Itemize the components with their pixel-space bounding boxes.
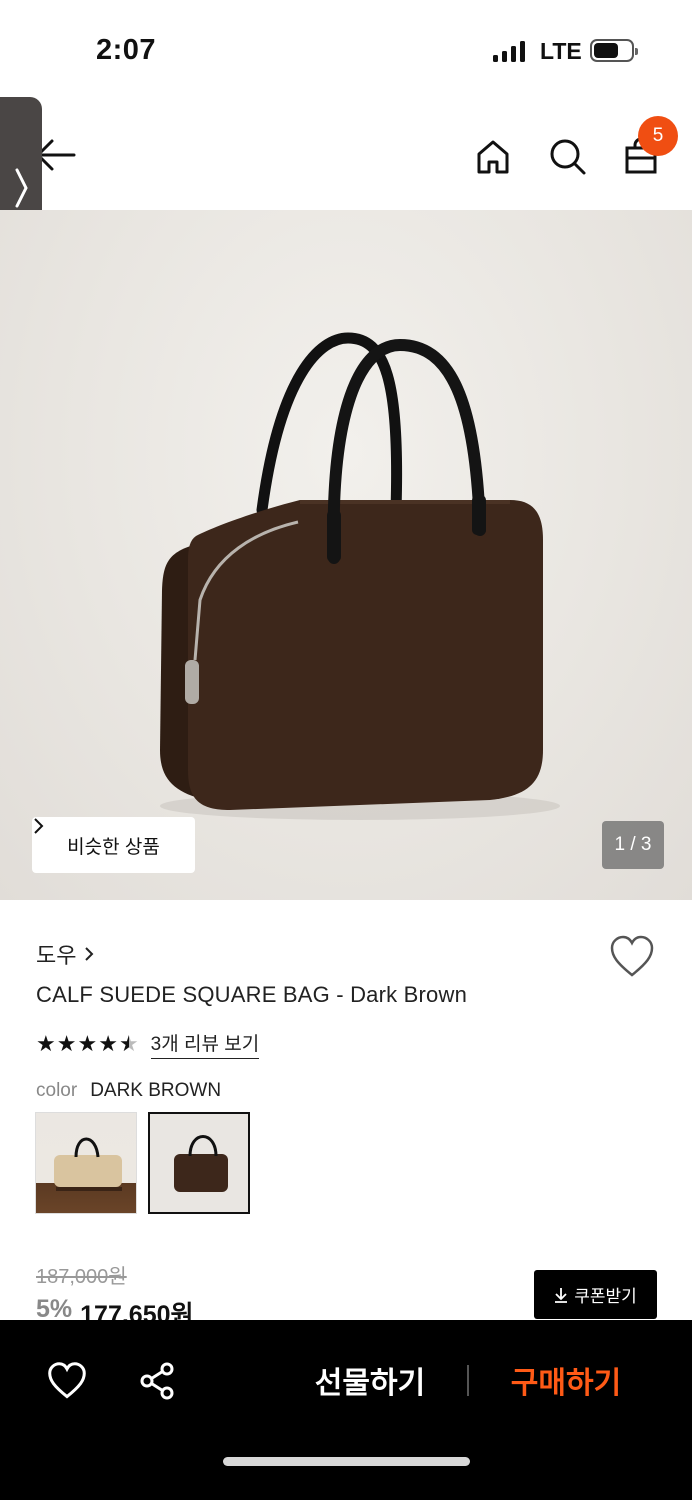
color-option: color DARK BROWN [36,1080,221,1102]
star-rating: ★ ★ ★ ★ ★ [36,1033,139,1055]
home-indicator [223,1457,470,1466]
battery-icon [590,39,638,62]
header: 5 [0,100,692,210]
brand-name: 도우 [36,943,77,968]
product-title: CALF SUEDE SQUARE BAG - Dark Brown [36,982,468,1007]
color-swatch-dark-brown[interactable] [148,1112,250,1214]
brand-link[interactable]: 도우 [36,938,94,970]
network-label: LTE [540,38,582,64]
search-button[interactable] [544,133,590,179]
signal-icon [493,40,525,62]
bottom-action-bar: 선물하기 구매하기 [0,1320,692,1500]
half-star-icon: ★ [118,1031,139,1056]
share-icon [140,1362,174,1400]
option-value: DARK BROWN [90,1080,222,1101]
coupon-label: 쿠폰받기 [574,1287,637,1306]
download-icon [555,1287,568,1303]
original-price: 187,000원 [36,1266,127,1288]
wishlist-button[interactable] [609,935,655,979]
image-page-indicator: 1 / 3 [602,821,664,869]
heart-icon [48,1362,86,1399]
home-button[interactable] [470,133,516,179]
sale-price-row: 5% 177,650원 [36,1295,194,1320]
star-icon: ★ [77,1031,98,1056]
chevron-right-icon [85,947,94,961]
star-icon: ★ [56,1031,77,1056]
heart-icon [610,935,654,977]
bottom-wishlist-button[interactable] [44,1358,90,1404]
star-icon: ★ [36,1031,56,1056]
chevron-right-icon [15,168,28,207]
review-link[interactable]: 3개 리뷰 보기 [150,1029,260,1059]
star-icon: ★ [98,1031,118,1056]
color-swatch-beige[interactable] [35,1112,137,1214]
option-label: color [36,1080,78,1101]
divider [467,1365,469,1396]
home-icon [477,140,509,174]
discount-percent: 5% [36,1295,73,1320]
product-image[interactable]: 비슷한 상품 1 / 3 [0,210,692,900]
status-bar: 2:07 LTE [0,0,692,100]
gift-button[interactable]: 선물하기 [300,1354,440,1406]
rating-row: ★ ★ ★ ★ ★ 3개 리뷰 보기 [36,1029,260,1059]
beige-bag-thumbnail [54,1137,122,1191]
cart-count-badge: 5 [638,116,678,156]
brown-bag-thumbnail [174,1135,228,1192]
similar-products-label: 비슷한 상품 [67,836,160,858]
share-button[interactable] [134,1358,180,1404]
similar-products-button[interactable]: 비슷한 상품 [32,817,195,873]
search-icon [550,139,586,175]
final-price: 177,650원 [80,1301,194,1320]
coupon-button[interactable]: 쿠폰받기 [534,1270,657,1319]
status-time: 2:07 [96,34,157,66]
suede-bag-illustration [160,332,560,820]
buy-button[interactable]: 구매하기 [496,1354,636,1406]
chevron-right-icon [34,818,44,834]
